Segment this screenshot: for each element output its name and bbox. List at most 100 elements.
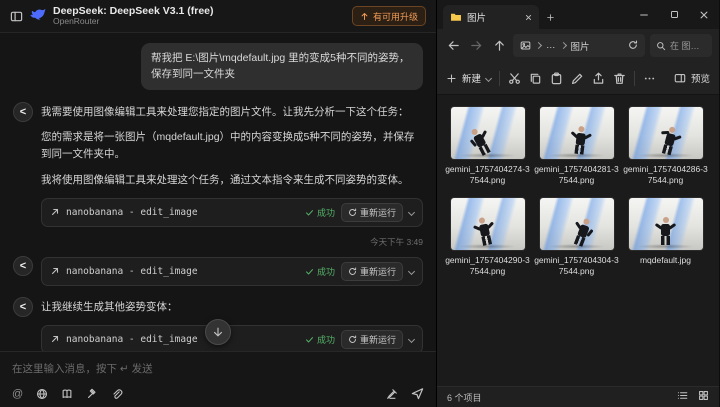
assistant-message: < nanobanana - edit_image 成功 重新运行 bbox=[13, 256, 423, 290]
search-icon bbox=[656, 41, 666, 51]
tool-call-label: nanobanana - edit_image bbox=[66, 207, 299, 218]
preview-pane-icon bbox=[674, 72, 686, 84]
cut-icon[interactable] bbox=[508, 72, 521, 85]
tool-call-row[interactable]: nanobanana - edit_image 成功 重新运行 bbox=[41, 325, 423, 351]
attachment-icon[interactable] bbox=[111, 388, 123, 400]
file-item[interactable]: mqdefault.jpg bbox=[621, 194, 710, 279]
file-item[interactable]: gemini_1757404286-37544.png bbox=[621, 103, 710, 188]
rerun-button[interactable]: 重新运行 bbox=[341, 330, 403, 349]
chat-header: DeepSeek: DeepSeek V3.1 (free) OpenRoute… bbox=[0, 0, 436, 33]
file-item[interactable]: gemini_1757404281-37544.png bbox=[532, 103, 621, 188]
explorer-commandbar: 新建 bbox=[437, 62, 719, 95]
breadcrumb-current[interactable]: 图片 bbox=[571, 39, 590, 53]
tool-call-icon bbox=[50, 266, 60, 276]
assistant-message: < 我需要使用图像编辑工具来处理您指定的图片文件。让我先分析一下这个任务： 您的… bbox=[13, 102, 423, 231]
file-item[interactable]: gemini_1757404274-37544.png bbox=[443, 103, 532, 188]
chat-input-area: 在这里输入消息，按下 ↵ 发送 @ bbox=[0, 351, 436, 407]
check-icon bbox=[305, 335, 314, 344]
tool-call-row[interactable]: nanobanana - edit_image 成功 重新运行 bbox=[41, 257, 423, 286]
window-controls bbox=[629, 0, 719, 29]
chevron-down-icon bbox=[485, 74, 492, 81]
delete-icon[interactable] bbox=[613, 72, 626, 85]
breadcrumb-ellipsis[interactable]: … bbox=[546, 40, 556, 51]
knowledge-base-icon[interactable] bbox=[61, 388, 73, 400]
rename-icon[interactable] bbox=[571, 72, 584, 85]
explorer-titlebar: 图片 bbox=[437, 0, 719, 29]
files-grid: gemini_1757404274-37544.png gemini_17574… bbox=[437, 95, 719, 386]
scroll-to-bottom-button[interactable] bbox=[205, 319, 231, 345]
minimize-button[interactable] bbox=[629, 0, 659, 29]
rerun-button[interactable]: 重新运行 bbox=[341, 262, 403, 281]
assistant-avatar: < bbox=[13, 256, 33, 276]
upgrade-label: 有可用升级 bbox=[373, 10, 418, 23]
more-options-icon[interactable] bbox=[643, 72, 656, 85]
details-view-icon[interactable] bbox=[677, 388, 688, 406]
arrow-down-icon bbox=[212, 326, 224, 338]
plus-icon bbox=[446, 73, 457, 84]
mention-model-icon[interactable]: @ bbox=[12, 388, 23, 400]
paste-icon[interactable] bbox=[550, 72, 563, 85]
copy-icon[interactable] bbox=[529, 72, 542, 85]
new-button[interactable]: 新建 bbox=[446, 71, 491, 85]
maximize-button[interactable] bbox=[659, 0, 689, 29]
tab-close-icon[interactable] bbox=[525, 14, 532, 21]
address-bar[interactable]: … 图片 bbox=[513, 34, 645, 57]
file-name: gemini_1757404290-37544.png bbox=[445, 255, 530, 277]
explorer-statusbar: 6 个项目 bbox=[437, 386, 719, 407]
tool-call-icon bbox=[50, 207, 60, 217]
divider bbox=[634, 71, 635, 86]
file-item[interactable]: gemini_1757404304-37544.png bbox=[532, 194, 621, 279]
rerun-button[interactable]: 重新运行 bbox=[341, 203, 403, 222]
assistant-paragraph: 让我继续生成其他姿势变体： bbox=[41, 299, 423, 316]
divider bbox=[499, 71, 500, 86]
clear-context-icon[interactable] bbox=[386, 388, 398, 400]
chevron-down-icon[interactable] bbox=[408, 209, 415, 216]
chevron-down-icon[interactable] bbox=[408, 335, 415, 342]
mcp-tools-icon[interactable] bbox=[86, 388, 98, 400]
image-thumbnail bbox=[629, 198, 703, 250]
chat-input[interactable]: 在这里输入消息，按下 ↵ 发送 bbox=[12, 361, 424, 376]
close-button[interactable] bbox=[689, 0, 719, 29]
refresh-icon bbox=[348, 335, 357, 344]
assistant-avatar: < bbox=[13, 102, 33, 122]
upgrade-badge[interactable]: 有可用升级 bbox=[352, 6, 426, 26]
sidebar-toggle-icon[interactable] bbox=[10, 10, 23, 23]
share-icon[interactable] bbox=[592, 72, 605, 85]
forward-button[interactable] bbox=[467, 39, 485, 52]
assistant-avatar: < bbox=[13, 297, 33, 317]
tool-status-badge: 成功 bbox=[305, 265, 335, 278]
tool-call-label: nanobanana - edit_image bbox=[66, 266, 299, 277]
tab-title: 图片 bbox=[467, 10, 520, 24]
file-explorer-window: 图片 … bbox=[437, 0, 719, 407]
chat-message-list[interactable]: 帮我把 E:\图片\mqdefault.jpg 里的变成5种不同的姿势，保存到同… bbox=[0, 33, 436, 351]
refresh-icon bbox=[348, 208, 357, 217]
back-button[interactable] bbox=[444, 39, 462, 52]
explorer-navbar: … 图片 在 图… bbox=[437, 29, 719, 62]
breadcrumb-chevron-icon bbox=[559, 42, 566, 49]
preview-toggle-button[interactable]: 预览 bbox=[674, 71, 710, 85]
image-thumbnail bbox=[540, 198, 614, 250]
explorer-tab[interactable]: 图片 bbox=[443, 5, 539, 29]
pictures-folder-icon bbox=[520, 40, 531, 51]
tool-call-label: nanobanana - edit_image bbox=[66, 334, 299, 345]
new-tab-button[interactable] bbox=[539, 5, 561, 29]
tool-status-badge: 成功 bbox=[305, 206, 335, 219]
assistant-paragraph: 我需要使用图像编辑工具来处理您指定的图片文件。让我先分析一下这个任务： bbox=[41, 104, 423, 121]
model-title-block[interactable]: DeepSeek: DeepSeek V3.1 (free) OpenRoute… bbox=[53, 5, 214, 27]
file-name: mqdefault.jpg bbox=[623, 255, 708, 266]
thumbnail-view-icon[interactable] bbox=[698, 388, 709, 406]
web-search-icon[interactable] bbox=[36, 388, 48, 400]
assistant-paragraph: 我将使用图像编辑工具来处理这个任务，通过文本指令来生成不同姿势的变体。 bbox=[41, 172, 423, 189]
refresh-button[interactable] bbox=[628, 37, 638, 55]
file-item[interactable]: gemini_1757404290-37544.png bbox=[443, 194, 532, 279]
search-input[interactable]: 在 图… bbox=[650, 34, 712, 57]
upgrade-arrow-icon bbox=[360, 12, 369, 21]
image-thumbnail bbox=[629, 107, 703, 159]
tool-call-icon bbox=[50, 334, 60, 344]
refresh-icon bbox=[348, 267, 357, 276]
up-button[interactable] bbox=[490, 39, 508, 52]
image-thumbnail bbox=[451, 107, 525, 159]
send-icon[interactable] bbox=[411, 387, 424, 400]
chevron-down-icon[interactable] bbox=[408, 268, 415, 275]
tool-call-row[interactable]: nanobanana - edit_image 成功 重新运行 bbox=[41, 198, 423, 227]
